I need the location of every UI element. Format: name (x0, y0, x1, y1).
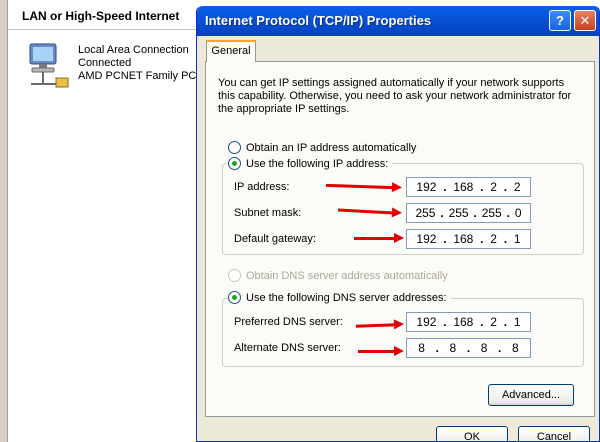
alternate-dns-label: Alternate DNS server: (234, 342, 341, 354)
subnet-mask-input[interactable]: 255. 255. 255. 0 (406, 203, 531, 223)
close-button[interactable]: ✕ (574, 10, 596, 31)
adns-octet-2: 8 (449, 341, 457, 355)
alternate-dns-input[interactable]: 8. 8. 8. 8 (406, 338, 531, 358)
ip-address-label: IP address: (234, 181, 290, 193)
mask-octet-1: 255 (415, 206, 436, 220)
use-following-ip-label: Use the following IP address: (246, 157, 389, 170)
ip-address-input[interactable]: 192. 168. 2. 2 (406, 177, 531, 197)
obtain-ip-auto-option[interactable]: Obtain an IP address automatically (228, 141, 416, 154)
obtain-ip-auto-label: Obtain an IP address automatically (246, 141, 417, 154)
group-header: LAN or High-Speed Internet (8, 0, 198, 30)
mask-octet-3: 255 (481, 206, 502, 220)
ip-octet-3: 2 (490, 180, 497, 194)
group-header-label: LAN or High-Speed Internet (22, 9, 180, 23)
pdns-octet-3: 2 (490, 315, 497, 329)
preferred-dns-input[interactable]: 192. 168. 2. 1 (406, 312, 531, 332)
tcpip-properties-dialog: Internet Protocol (TCP/IP) Properties ? … (196, 6, 600, 442)
gateway-octet-2: 168 (453, 232, 474, 246)
use-following-dns-radio[interactable] (228, 291, 241, 304)
connection-adapter: AMD PCNET Family PCI E (78, 70, 210, 82)
mask-octet-4: 0 (514, 206, 522, 220)
use-following-dns-label: Use the following DNS server addresses: (246, 291, 447, 304)
gateway-octet-3: 2 (490, 232, 497, 246)
adns-octet-4: 8 (511, 341, 519, 355)
adns-octet-1: 8 (418, 341, 425, 355)
gateway-octet-4: 1 (513, 232, 521, 246)
cancel-button[interactable]: Cancel (518, 426, 590, 441)
network-computer-icon[interactable] (26, 40, 72, 90)
dialog-title: Internet Protocol (TCP/IP) Properties (205, 13, 432, 28)
connection-name[interactable]: Local Area Connection (78, 44, 189, 56)
ok-button[interactable]: OK (436, 426, 508, 441)
intro-text: You can get IP settings assigned automat… (218, 77, 572, 115)
obtain-dns-auto-label: Obtain DNS server address automatically (246, 269, 448, 282)
pdns-octet-2: 168 (453, 315, 474, 329)
default-gateway-input[interactable]: 192. 168. 2. 1 (406, 229, 531, 249)
advanced-button[interactable]: Advanced... (488, 384, 574, 406)
use-following-dns-option[interactable]: Use the following DNS server addresses: (228, 291, 451, 304)
pdns-octet-1: 192 (416, 315, 437, 329)
mask-octet-2: 255 (448, 206, 469, 220)
connection-status: Connected (78, 57, 132, 69)
adns-octet-3: 8 (480, 341, 488, 355)
preferred-dns-label: Preferred DNS server: (234, 316, 343, 328)
help-button[interactable]: ? (549, 10, 571, 31)
general-tab-panel: You can get IP settings assigned automat… (205, 61, 595, 417)
gateway-octet-1: 192 (416, 232, 437, 246)
ip-octet-2: 168 (453, 180, 474, 194)
use-following-ip-radio[interactable] (228, 157, 241, 170)
annotation-arrow-alternate-dns (358, 346, 404, 356)
pdns-octet-4: 1 (513, 315, 521, 329)
use-following-ip-option[interactable]: Use the following IP address: (228, 157, 393, 170)
obtain-dns-auto-option: Obtain DNS server address automatically (228, 269, 448, 282)
subnet-mask-label: Subnet mask: (234, 207, 302, 219)
default-gateway-label: Default gateway: (234, 233, 316, 245)
obtain-dns-auto-radio (228, 269, 241, 282)
left-scroll-strip (0, 0, 8, 442)
ip-octet-1: 192 (416, 180, 437, 194)
title-bar[interactable]: Internet Protocol (TCP/IP) Properties ? … (197, 6, 599, 36)
annotation-arrow-gateway (354, 233, 404, 243)
obtain-ip-auto-radio[interactable] (228, 141, 241, 154)
tab-general[interactable]: General (206, 40, 256, 62)
ip-octet-4: 2 (513, 180, 521, 194)
